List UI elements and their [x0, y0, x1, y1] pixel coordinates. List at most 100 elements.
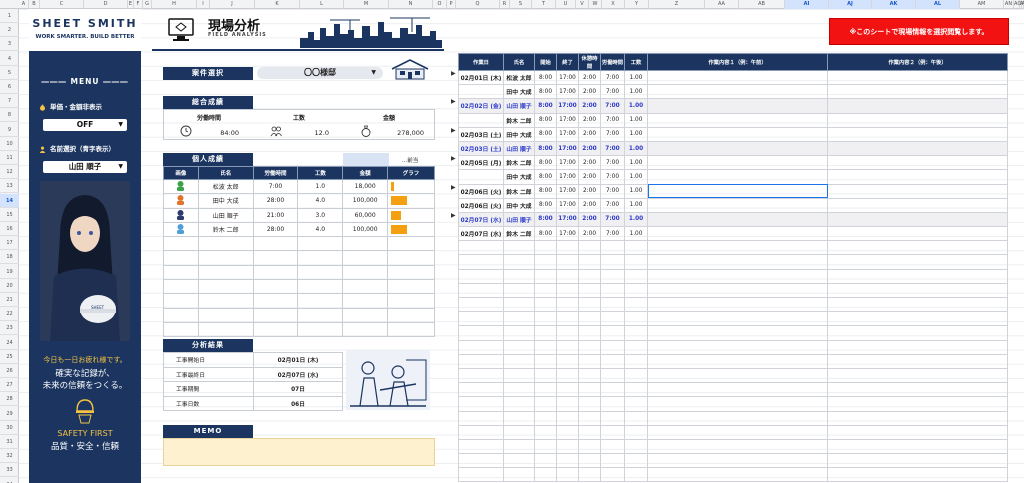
- row-header-4[interactable]: 4: [0, 52, 19, 66]
- log-end[interactable]: 17:00: [556, 98, 579, 114]
- empty-cell[interactable]: [297, 321, 344, 338]
- empty-cell[interactable]: [827, 367, 1008, 384]
- column-header-a[interactable]: A: [19, 0, 29, 9]
- row-header-3[interactable]: 3: [0, 37, 19, 52]
- empty-cell[interactable]: [647, 325, 828, 341]
- log-name[interactable]: 鈴木 二郎: [503, 155, 535, 171]
- row-header-5[interactable]: 5: [0, 66, 19, 80]
- empty-cell[interactable]: [827, 410, 1008, 426]
- empty-cell[interactable]: [624, 453, 648, 469]
- empty-cell[interactable]: [458, 353, 504, 369]
- empty-cell[interactable]: [458, 367, 504, 384]
- column-header-y[interactable]: Y: [625, 0, 649, 9]
- empty-cell[interactable]: [578, 353, 601, 369]
- empty-cell[interactable]: [556, 254, 579, 270]
- empty-cell[interactable]: [578, 282, 601, 299]
- price-toggle-select[interactable]: OFF ▼: [43, 119, 127, 131]
- empty-cell[interactable]: [827, 325, 1008, 341]
- column-header-al[interactable]: AL: [916, 0, 960, 9]
- log-task-pm[interactable]: [827, 197, 1008, 213]
- log-work[interactable]: 7:00: [600, 69, 625, 86]
- empty-cell[interactable]: [578, 254, 601, 270]
- empty-cell[interactable]: [534, 382, 557, 398]
- case-select[interactable]: 〇〇様邸 ▼: [257, 67, 383, 79]
- log-task-am[interactable]: [647, 211, 828, 228]
- log-units[interactable]: 1.00: [624, 155, 648, 171]
- row-header-32[interactable]: 32: [0, 449, 19, 464]
- empty-cell[interactable]: [624, 382, 648, 398]
- row-header-28[interactable]: 28: [0, 392, 19, 407]
- empty-cell[interactable]: [647, 396, 828, 412]
- column-header-r[interactable]: R: [500, 0, 510, 9]
- log-task-am[interactable]: [647, 69, 828, 86]
- log-units[interactable]: 1.00: [624, 226, 648, 242]
- empty-cell[interactable]: [458, 396, 504, 412]
- row-header-21[interactable]: 21: [0, 293, 19, 307]
- empty-cell[interactable]: [556, 382, 579, 398]
- log-break[interactable]: 2:00: [578, 226, 601, 242]
- empty-cell[interactable]: [503, 311, 535, 327]
- empty-cell[interactable]: [534, 282, 557, 299]
- log-units[interactable]: 1.00: [624, 169, 648, 185]
- log-task-am[interactable]: [647, 183, 828, 199]
- log-start[interactable]: 8:00: [534, 226, 557, 242]
- log-name[interactable]: 田中 大成: [503, 84, 535, 100]
- log-work[interactable]: 7:00: [600, 211, 625, 228]
- empty-cell[interactable]: [503, 325, 535, 341]
- empty-cell[interactable]: [297, 264, 344, 281]
- empty-cell[interactable]: [827, 382, 1008, 398]
- empty-cell[interactable]: [556, 296, 579, 313]
- empty-cell[interactable]: [556, 367, 579, 384]
- log-break[interactable]: 2:00: [578, 197, 601, 213]
- empty-cell[interactable]: [297, 236, 344, 252]
- empty-cell[interactable]: [503, 438, 535, 455]
- empty-cell[interactable]: [534, 396, 557, 412]
- column-header-w[interactable]: W: [589, 0, 602, 9]
- row-header-34[interactable]: 34: [0, 478, 19, 483]
- log-end[interactable]: 17:00: [556, 140, 579, 157]
- log-task-am[interactable]: [647, 155, 828, 171]
- empty-cell[interactable]: [534, 424, 557, 440]
- empty-cell[interactable]: [647, 410, 828, 426]
- empty-cell[interactable]: [600, 282, 625, 299]
- empty-cell[interactable]: [556, 410, 579, 426]
- empty-cell[interactable]: [534, 367, 557, 384]
- empty-cell[interactable]: [252, 250, 299, 266]
- row-header-10[interactable]: 10: [0, 137, 19, 151]
- empty-cell[interactable]: [578, 311, 601, 327]
- empty-cell[interactable]: [827, 254, 1008, 270]
- empty-cell[interactable]: [503, 382, 535, 398]
- log-units[interactable]: 1.00: [624, 197, 648, 213]
- empty-cell[interactable]: [600, 254, 625, 270]
- empty-cell[interactable]: [578, 296, 601, 313]
- empty-cell[interactable]: [624, 282, 648, 299]
- log-break[interactable]: 2:00: [578, 169, 601, 185]
- column-header-g[interactable]: G: [143, 0, 152, 9]
- empty-cell[interactable]: [578, 339, 601, 355]
- log-date[interactable]: 02月07日 (水): [458, 226, 504, 242]
- log-start[interactable]: 8:00: [534, 112, 557, 128]
- log-break[interactable]: 2:00: [578, 126, 601, 142]
- row-header-26[interactable]: 26: [0, 364, 19, 378]
- row-header-7[interactable]: 7: [0, 94, 19, 109]
- empty-cell[interactable]: [503, 367, 535, 384]
- log-work[interactable]: 7:00: [600, 169, 625, 185]
- empty-cell[interactable]: [197, 236, 254, 252]
- log-break[interactable]: 2:00: [578, 69, 601, 86]
- log-break[interactable]: 2:00: [578, 112, 601, 128]
- log-task-pm[interactable]: [827, 126, 1008, 142]
- empty-cell[interactable]: [624, 296, 648, 313]
- empty-cell[interactable]: [556, 282, 579, 299]
- empty-cell[interactable]: [342, 264, 389, 281]
- log-units[interactable]: 1.00: [624, 84, 648, 100]
- empty-cell[interactable]: [197, 279, 254, 295]
- log-date[interactable]: [458, 84, 504, 100]
- memo-field[interactable]: [163, 438, 435, 466]
- empty-cell[interactable]: [534, 254, 557, 270]
- empty-cell[interactable]: [297, 279, 344, 295]
- empty-cell[interactable]: [647, 268, 828, 284]
- log-end[interactable]: 17:00: [556, 84, 579, 100]
- empty-cell[interactable]: [197, 321, 254, 338]
- empty-cell[interactable]: [827, 339, 1008, 355]
- empty-cell[interactable]: [534, 325, 557, 341]
